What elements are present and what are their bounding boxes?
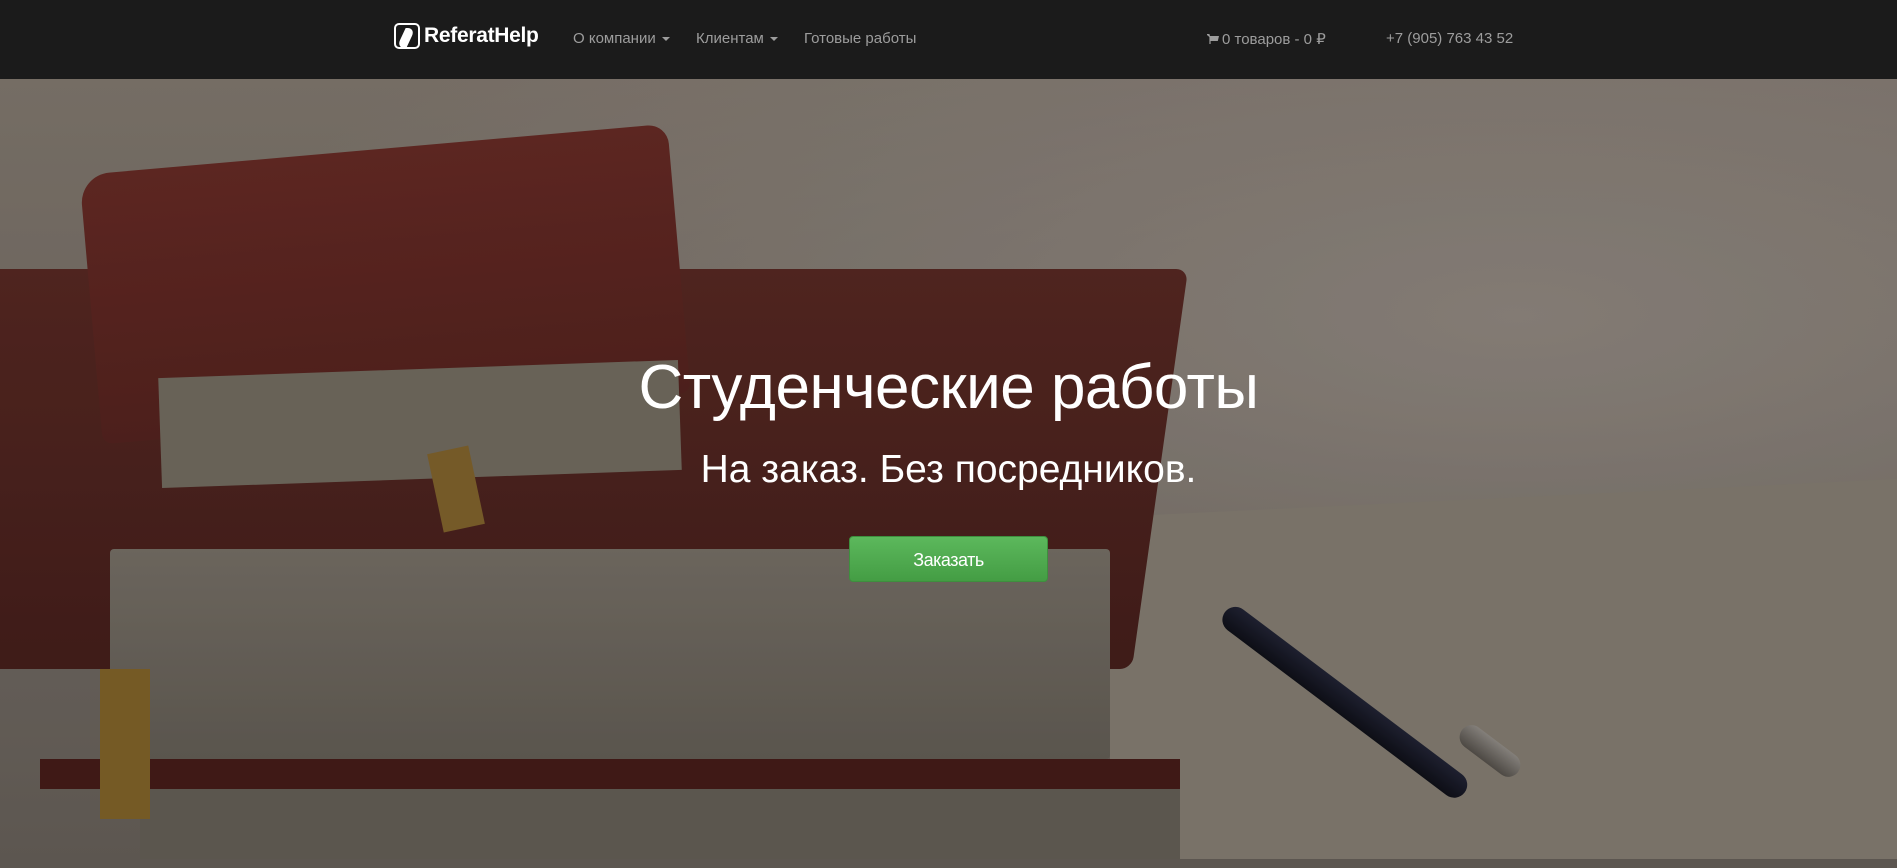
order-button[interactable]: Заказать <box>849 536 1048 582</box>
nav-item-label: Готовые работы <box>804 30 917 47</box>
caret-down-icon <box>661 37 670 42</box>
brand-name: ReferatHelp <box>424 24 539 47</box>
navbar: ReferatHelp О компании Клиентам Готовые … <box>0 0 1897 79</box>
phone-link[interactable]: +7 (905) 763 43 52 <box>1386 30 1513 47</box>
cart-link[interactable]: 0 товаров - 0 ₽ <box>1207 30 1326 48</box>
shopping-cart-icon <box>1207 34 1219 44</box>
nav-item-ready-works[interactable]: Готовые работы <box>804 30 916 47</box>
cart-summary: 0 товаров - 0 ₽ <box>1222 31 1326 48</box>
nav-item-label: Клиентам <box>696 30 764 47</box>
leaf-logo-icon <box>394 23 420 49</box>
brand-logo[interactable]: ReferatHelp <box>394 23 539 49</box>
nav-item-label: О компании <box>573 30 656 47</box>
hero-title: Студенческие работы <box>638 353 1259 422</box>
hero-subtitle: На заказ. Без посредников. <box>700 448 1197 491</box>
caret-down-icon <box>769 37 778 42</box>
nav-item-company[interactable]: О компании <box>573 30 670 47</box>
nav-item-clients[interactable]: Клиентам <box>696 30 778 47</box>
